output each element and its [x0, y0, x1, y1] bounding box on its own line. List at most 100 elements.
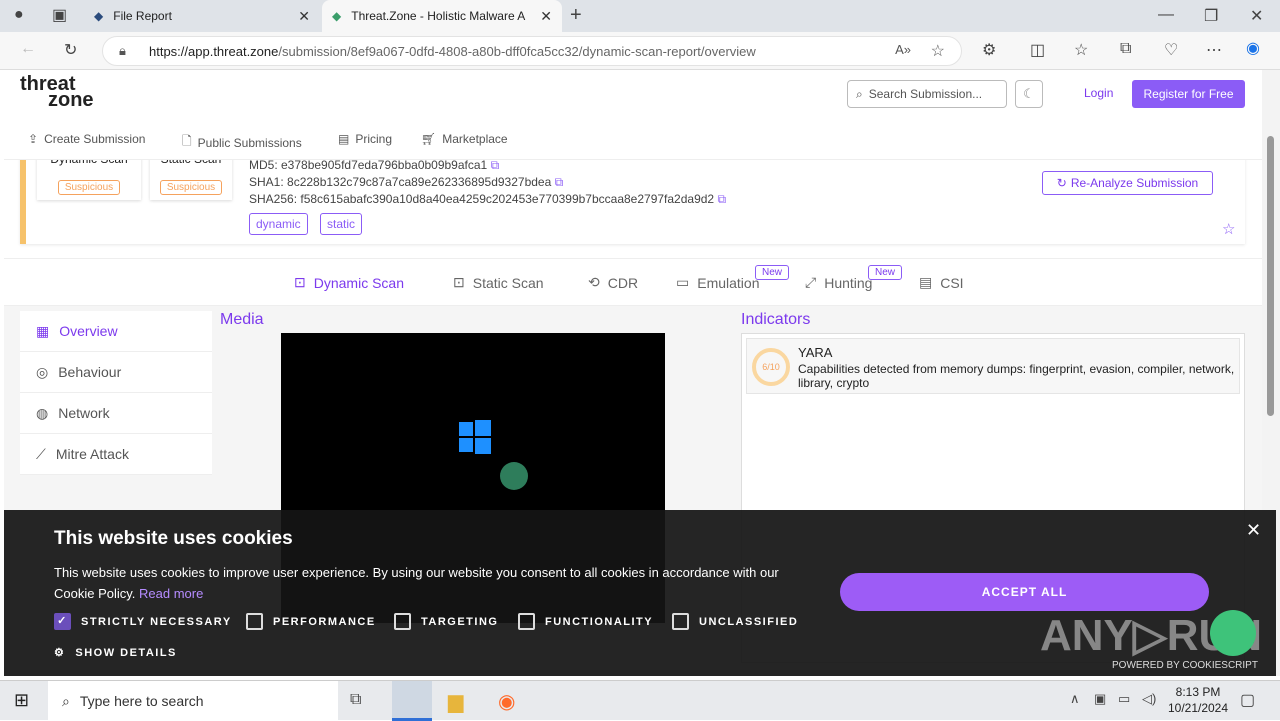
checkbox-unclassified[interactable]: UNCLASSIFIED	[672, 613, 798, 630]
nav-create-submission[interactable]: ⇪ Create Submission	[28, 132, 145, 146]
cookie-title: This website uses cookies	[54, 528, 293, 549]
show-details-label: SHOW DETAILS	[75, 646, 177, 659]
tab-hunting[interactable]: ⤢ Hunting	[805, 274, 872, 291]
url-path: /submission/8ef9a067-0dfd-4808-a80b-dff0…	[278, 43, 756, 59]
close-cookie-icon[interactable]: ✕	[1246, 520, 1261, 541]
copy-icon[interactable]: ⧉	[717, 192, 726, 206]
sidebar-item-network[interactable]: ◍ Network	[20, 393, 212, 434]
copilot-icon[interactable]: ◉	[1246, 38, 1260, 58]
bookmark-star-icon[interactable]: ☆	[1222, 220, 1235, 238]
refresh-icon[interactable]: ↻	[64, 40, 77, 60]
close-tab-icon[interactable]: ✕	[298, 8, 310, 25]
checkbox-functionality[interactable]: FUNCTIONALITY	[518, 613, 653, 630]
tab-file-report[interactable]: ◆ File Report ✕	[84, 0, 320, 32]
behaviour-icon: ◎	[36, 363, 49, 380]
sha1-hash: SHA1: 8c228b132c79c87a7ca89e262336895d93…	[249, 175, 563, 190]
tab-actions-icon[interactable]: ▣	[52, 5, 67, 25]
md5-hash: MD5: e378be905fd7eda796bba0b09b9afca1 ⧉	[249, 158, 499, 173]
back-icon[interactable]: ←	[20, 40, 36, 58]
accept-all-button[interactable]: ACCEPT ALL	[840, 573, 1209, 611]
tray-chevron-icon[interactable]: ∧	[1070, 691, 1080, 707]
verdict-badge: Suspicious	[159, 180, 223, 195]
nav-pricing[interactable]: ▤ Pricing	[338, 132, 392, 146]
extensions-icon[interactable]: ⚙	[982, 40, 996, 60]
task-view-icon[interactable]: ⧉	[350, 691, 361, 709]
tab-static-scan[interactable]: ⊡ Static Scan	[453, 274, 544, 291]
profile-icon[interactable]: ●	[14, 6, 24, 24]
more-menu-icon[interactable]: ⋯	[1206, 40, 1222, 60]
sidebar-item-behaviour[interactable]: ◎ Behaviour	[20, 352, 212, 393]
score-ring: 6/10	[752, 348, 790, 386]
tab-csi[interactable]: ▤ CSI	[919, 274, 964, 291]
cart-icon: 🛒︎	[421, 132, 437, 146]
scrollbar-thumb[interactable]	[1267, 136, 1274, 416]
tag-static[interactable]: static	[320, 213, 363, 235]
split-screen-icon[interactable]: ◫	[1030, 40, 1045, 60]
sidebar-item-overview[interactable]: ▦ Overview	[20, 311, 212, 352]
close-window-icon[interactable]: ✕	[1250, 6, 1263, 26]
taskbar-search-input[interactable]: ⌕ Type here to search	[48, 681, 338, 721]
search-submission-input[interactable]: ⌕ Search Submission...	[847, 80, 1007, 108]
powered-by: POWERED BY COOKIESCRIPT	[1112, 660, 1258, 671]
tab-label: Emulation	[697, 274, 760, 291]
indicators-heading: Indicators	[741, 311, 811, 328]
read-aloud-icon[interactable]: A»	[895, 42, 911, 57]
url-input[interactable]: 🔒︎ https://app.threat.zone/submission/8e…	[102, 36, 962, 66]
login-link[interactable]: Login	[1084, 86, 1113, 100]
reanalyze-button[interactable]: ↻ Re-Analyze Submission	[1042, 171, 1213, 195]
tray-display-icon[interactable]: ▭	[1118, 691, 1130, 707]
tab-threatzone[interactable]: ◆ Threat.Zone - Holistic Malware A ✕	[322, 0, 562, 32]
checkbox-targeting[interactable]: TARGETING	[394, 613, 498, 630]
firefox-icon[interactable]: ◉	[498, 689, 515, 714]
file-explorer-icon[interactable]: ▆	[448, 689, 463, 714]
tab-label: Hunting	[824, 274, 873, 291]
browser-essentials-icon[interactable]: ♡	[1164, 40, 1178, 60]
copy-icon[interactable]: ⧉	[555, 175, 564, 189]
checkbox-label: PERFORMANCE	[273, 615, 376, 628]
checkbox-strictly-necessary[interactable]: ✓ STRICTLY NECESSARY	[54, 613, 232, 630]
new-tab-icon[interactable]: +	[570, 4, 582, 27]
sidebar-item-mitre-attack[interactable]: ⟋ Mitre Attack	[20, 434, 212, 475]
verdict-badge: Suspicious	[57, 180, 121, 195]
notification-icon[interactable]: ▢	[1240, 690, 1255, 710]
nav-public-submissions[interactable]: 🗋︎ Public Submissions	[182, 132, 302, 153]
dark-mode-toggle[interactable]: ☾	[1015, 80, 1043, 108]
maximize-icon[interactable]: ❐	[1204, 6, 1218, 26]
edge-taskbar-icon[interactable]	[392, 681, 432, 721]
show-details-toggle[interactable]: ⚙ SHOW DETAILS	[54, 646, 177, 660]
threatzone-logo[interactable]: threat zone	[20, 74, 94, 110]
clock[interactable]: 8:13 PM 10/21/2024	[1160, 684, 1236, 716]
nav-label: Pricing	[355, 132, 393, 146]
indicator-yara[interactable]: 6/10 YARA Capabilities detected from mem…	[746, 338, 1240, 394]
favorite-star-icon[interactable]: ☆	[931, 41, 945, 61]
taskbar-search-placeholder: Type here to search	[79, 693, 204, 709]
collections-icon[interactable]: ⧉	[1120, 40, 1131, 58]
copy-icon[interactable]: ⧉	[491, 158, 500, 172]
windows-start-icon[interactable]: ⊞	[14, 690, 29, 711]
tab-cdr[interactable]: ⟲ CDR	[588, 274, 638, 291]
sidebar-label: Overview	[59, 323, 118, 339]
favorites-icon[interactable]: ☆	[1074, 40, 1088, 60]
tab-dynamic-scan[interactable]: ⊡ Dynamic Scan	[294, 274, 404, 291]
sha256-hash: SHA256: f58c615abafc390a10d8a40ea4259c20…	[249, 192, 726, 207]
close-tab-icon[interactable]: ✕	[540, 8, 552, 25]
tab-label: CSI	[940, 274, 964, 291]
nav-marketplace[interactable]: 🛒︎ Marketplace	[421, 132, 508, 146]
tab-emulation[interactable]: ▭ Emulation	[676, 274, 760, 291]
cdr-icon: ⟲	[588, 274, 600, 290]
tab-favicon-icon: ◆	[332, 9, 342, 23]
tray-network-icon[interactable]: ▣	[1094, 691, 1106, 707]
upload-icon: ⇪	[28, 132, 39, 146]
clock-date: 10/21/2024	[1167, 701, 1229, 715]
document-icon: 🗋︎	[182, 134, 192, 148]
cookiescript-badge-icon[interactable]	[1210, 610, 1256, 656]
grid-icon: ▦	[36, 322, 50, 339]
sidebar-label: Network	[58, 405, 110, 421]
minimize-icon[interactable]: —	[1158, 6, 1174, 24]
read-more-link[interactable]: Read more	[139, 586, 203, 601]
register-button[interactable]: Register for Free	[1132, 80, 1245, 108]
tag-dynamic[interactable]: dynamic	[249, 213, 308, 235]
checkbox-performance[interactable]: PERFORMANCE	[246, 613, 376, 630]
volume-icon[interactable]: ◁)	[1142, 691, 1156, 707]
pricing-icon: ▤	[338, 132, 350, 146]
